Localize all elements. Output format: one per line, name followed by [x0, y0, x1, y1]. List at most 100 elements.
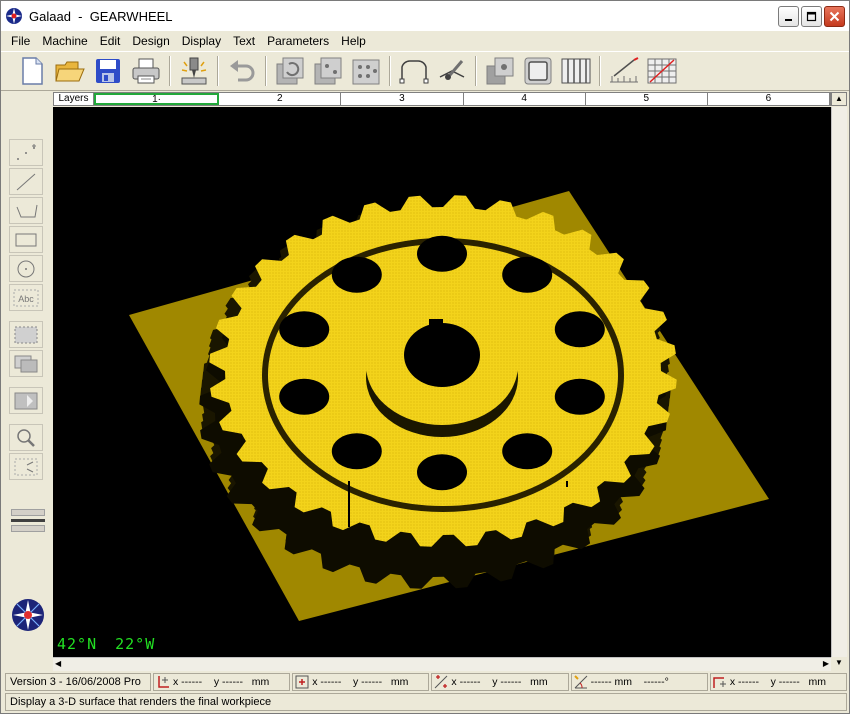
save-button[interactable]	[89, 52, 127, 90]
coord-corner: x ------ y ------ mm	[709, 673, 848, 691]
layers-bar: Layers 1· 2 3 4 5 6	[53, 92, 831, 106]
text-tool[interactable]: Abc	[9, 284, 43, 311]
circle-tool[interactable]	[9, 255, 43, 282]
tool-palette: Abc	[9, 137, 47, 482]
menu-design[interactable]: Design	[126, 34, 175, 48]
brush-icon	[439, 60, 465, 80]
coord-origin: x ------ y ------ mm	[153, 673, 291, 691]
vertical-scrollbar[interactable]	[831, 107, 847, 657]
menu-parameters[interactable]: Parameters	[261, 34, 335, 48]
rectangle-icon	[15, 233, 37, 246]
measure-icon	[610, 57, 639, 83]
print-button[interactable]	[127, 52, 165, 90]
menu-display[interactable]: Display	[176, 34, 227, 48]
matrix-button[interactable]	[347, 52, 385, 90]
undo-button[interactable]	[223, 52, 261, 90]
line-width-option[interactable]	[11, 509, 45, 516]
toolbar-separator	[389, 56, 391, 86]
delta-icon	[435, 675, 448, 689]
pan-icon	[14, 458, 38, 475]
matrix-icon	[352, 59, 380, 85]
menu-edit[interactable]: Edit	[94, 34, 127, 48]
layer-tab-2[interactable]: 2	[219, 93, 342, 105]
angle-west-value: 22°W	[115, 635, 156, 653]
measure-button[interactable]	[605, 52, 643, 90]
grid-lines-button[interactable]	[557, 52, 595, 90]
coord-distance-text: ------ mm ------°	[590, 676, 669, 688]
coord-delta: x ------ y ------ mm	[431, 673, 569, 691]
view-angle-readout: 42°N 22°W	[57, 635, 155, 653]
layer-tab-4[interactable]: 4	[464, 93, 586, 105]
selection-icon	[14, 326, 38, 343]
layer-tab-1[interactable]: 1·	[94, 93, 220, 105]
machining-icon	[181, 57, 207, 85]
toolbar-separator	[475, 56, 477, 86]
gear-hole	[279, 378, 330, 415]
copy-layers-button[interactable]	[481, 52, 519, 90]
toolbar-separator	[265, 56, 267, 86]
mirror-button[interactable]	[309, 52, 347, 90]
toolbar-separator	[599, 56, 601, 86]
menu-bar: File Machine Edit Design Display Text Pa…	[1, 31, 849, 51]
copy-layers-icon	[486, 57, 514, 85]
galaad-app-icon[interactable]	[5, 7, 23, 25]
coord-point: x ------ y ------ mm	[292, 673, 430, 691]
gear-hole	[554, 311, 605, 348]
scroll-left-arrow-icon[interactable]: ◀	[55, 659, 61, 668]
point-icon	[295, 675, 309, 689]
frame-button[interactable]	[519, 52, 557, 90]
line-icon	[16, 173, 36, 190]
layer-tab-5[interactable]: 5	[586, 93, 708, 105]
paint-icon	[14, 392, 38, 409]
app-window: Galaad - GEARWHEEL File Machine Edit Des…	[0, 0, 850, 714]
rectangle-tool[interactable]	[9, 226, 43, 253]
status-bar: Version 3 - 16/06/2008 Pro x ------ y --…	[5, 673, 848, 691]
maximize-button[interactable]	[801, 6, 822, 27]
corner-point-icon	[713, 677, 726, 688]
zoom-icon	[17, 428, 35, 447]
text-icon: Abc	[13, 289, 39, 306]
paint-tool[interactable]	[9, 387, 43, 414]
line-width-option[interactable]	[11, 525, 45, 532]
gear-hole	[502, 433, 553, 470]
polyline-tool[interactable]	[9, 197, 43, 224]
grid-button[interactable]	[643, 52, 681, 90]
line-tool[interactable]	[9, 168, 43, 195]
line-width-option[interactable]	[11, 519, 45, 522]
rotate-button[interactable]	[271, 52, 309, 90]
horizontal-scrollbar[interactable]: ◀ ▶	[53, 657, 831, 671]
pan-tool[interactable]	[9, 453, 43, 480]
new-file-button[interactable]	[13, 52, 51, 90]
open-button[interactable]	[51, 52, 89, 90]
brush-button[interactable]	[433, 52, 471, 90]
menu-machine[interactable]: Machine	[36, 34, 93, 48]
layer-tab-6[interactable]: 6	[708, 93, 831, 105]
layers-scroll-up-button[interactable]: ▲	[831, 92, 847, 106]
group-tool[interactable]	[9, 350, 43, 377]
line-width-selector[interactable]	[11, 509, 45, 535]
coord-origin-text: x ------ y ------ mm	[173, 676, 270, 688]
layer-tab-3[interactable]: 3	[341, 93, 464, 105]
menu-text[interactable]: Text	[227, 34, 261, 48]
minimize-button[interactable]	[778, 6, 799, 27]
mirror-icon	[314, 57, 342, 85]
close-button[interactable]	[824, 6, 845, 27]
arc-button[interactable]	[395, 52, 433, 90]
scroll-right-arrow-icon[interactable]: ▶	[823, 659, 829, 668]
render-viewport[interactable]: 42°N 22°W	[53, 107, 831, 657]
menu-file[interactable]: File	[5, 34, 36, 48]
toolbar-separator	[169, 56, 171, 86]
menu-help[interactable]: Help	[335, 34, 372, 48]
grid-lines-icon	[561, 58, 591, 84]
zoom-tool[interactable]	[9, 424, 43, 451]
select-tool[interactable]	[9, 321, 43, 348]
point-tool[interactable]	[9, 139, 43, 166]
scroll-corner-arrow-icon[interactable]: ▼	[831, 657, 847, 671]
coord-delta-text: x ------ y ------ mm	[451, 676, 548, 688]
galaad-logo-icon	[12, 599, 44, 631]
version-label: Version 3 - 16/06/2008 Pro	[5, 673, 151, 691]
window-title: Galaad - GEARWHEEL	[29, 8, 173, 24]
coord-corner-text: x ------ y ------ mm	[729, 676, 827, 688]
machining-button[interactable]	[175, 52, 213, 90]
origin-point-icon	[158, 676, 169, 688]
